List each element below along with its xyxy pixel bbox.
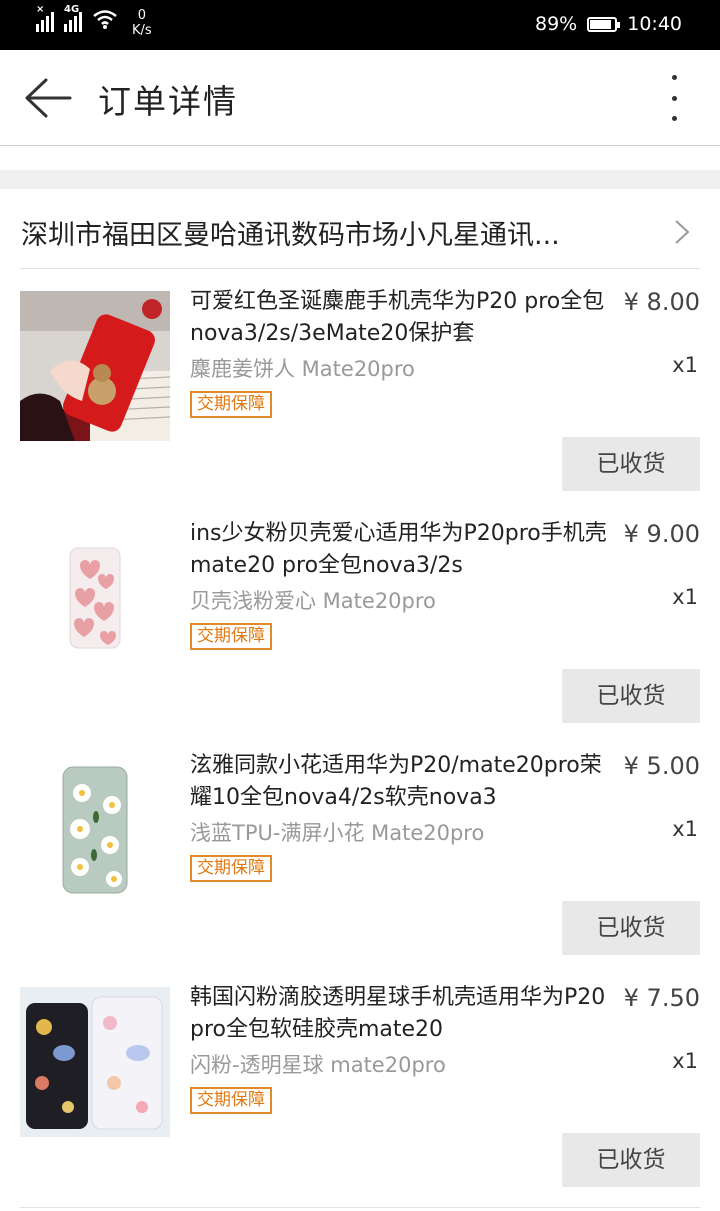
product-spec: 浅蓝TPU-满屏小花 Mate20pro	[190, 821, 485, 845]
divider	[20, 1207, 700, 1208]
received-button[interactable]: 已收货	[562, 901, 700, 955]
delivery-guarantee-badge: 交期保障	[190, 391, 272, 418]
order-item: 韩国闪粉滴胶透明星球手机壳适用华为P20 pro全包软硅胶壳mate20 ¥ 7…	[0, 965, 720, 1197]
order-item: ins少女粉贝壳爱心适用华为P20pro手机壳mate20 pro全包nova3…	[0, 501, 720, 733]
product-price: ¥ 5.00	[623, 752, 700, 780]
order-item: 可爱红色圣诞麋鹿手机壳华为P20 pro全包nova3/2s/3eMate20保…	[0, 269, 720, 501]
cell-signal-icon: ×	[36, 4, 54, 32]
received-button[interactable]: 已收货	[562, 437, 700, 491]
chevron-right-icon	[675, 220, 690, 244]
delivery-guarantee-badge: 交期保障	[190, 623, 272, 650]
page-title: 订单详情	[98, 82, 238, 121]
product-image[interactable]	[20, 987, 170, 1137]
delivery-guarantee-badge: 交期保障	[190, 855, 272, 882]
status-bar: × 4G 0 K/s 89% 10:40	[0, 0, 720, 50]
product-price: ¥ 8.00	[623, 288, 700, 316]
product-title[interactable]: 泫雅同款小花适用华为P20/mate20pro荣耀10全包nova4/2s软壳n…	[190, 750, 616, 814]
back-arrow-icon[interactable]	[24, 78, 72, 118]
section-divider	[0, 170, 720, 189]
received-button[interactable]: 已收货	[562, 669, 700, 723]
product-image[interactable]	[20, 755, 170, 905]
order-item: 泫雅同款小花适用华为P20/mate20pro荣耀10全包nova4/2s软壳n…	[0, 733, 720, 965]
battery-percent: 89%	[535, 13, 578, 35]
product-title[interactable]: ins少女粉贝壳爱心适用华为P20pro手机壳mate20 pro全包nova3…	[190, 518, 616, 582]
product-title[interactable]: 韩国闪粉滴胶透明星球手机壳适用华为P20 pro全包软硅胶壳mate20	[190, 982, 616, 1046]
product-quantity: x1	[672, 817, 698, 841]
product-image[interactable]	[20, 291, 170, 441]
delivery-guarantee-badge: 交期保障	[190, 1087, 272, 1114]
shop-name: 深圳市福田区曼哈通讯数码市场小凡星通讯...	[21, 220, 560, 251]
product-image[interactable]	[20, 523, 170, 673]
product-spec: 麋鹿姜饼人 Mate20pro	[190, 357, 415, 381]
app-header: 订单详情	[0, 50, 720, 146]
product-quantity: x1	[672, 353, 698, 377]
received-button[interactable]: 已收货	[562, 1133, 700, 1187]
product-spec: 贝壳浅粉爱心 Mate20pro	[190, 589, 436, 613]
more-options-icon[interactable]	[664, 75, 684, 121]
product-price: ¥ 7.50	[623, 984, 700, 1012]
network-speed: 0 K/s	[132, 8, 152, 38]
product-title[interactable]: 可爱红色圣诞麋鹿手机壳华为P20 pro全包nova3/2s/3eMate20保…	[190, 286, 616, 350]
wifi-icon	[93, 10, 117, 29]
product-quantity: x1	[672, 1049, 698, 1073]
battery-icon	[587, 16, 621, 32]
shop-row[interactable]: 深圳市福田区曼哈通讯数码市场小凡星通讯...	[0, 189, 720, 269]
product-spec: 闪粉-透明星球 mate20pro	[190, 1053, 446, 1077]
product-quantity: x1	[672, 585, 698, 609]
product-price: ¥ 9.00	[623, 520, 700, 548]
clock: 10:40	[627, 13, 682, 35]
cell-signal-4g-icon: 4G	[64, 4, 82, 32]
